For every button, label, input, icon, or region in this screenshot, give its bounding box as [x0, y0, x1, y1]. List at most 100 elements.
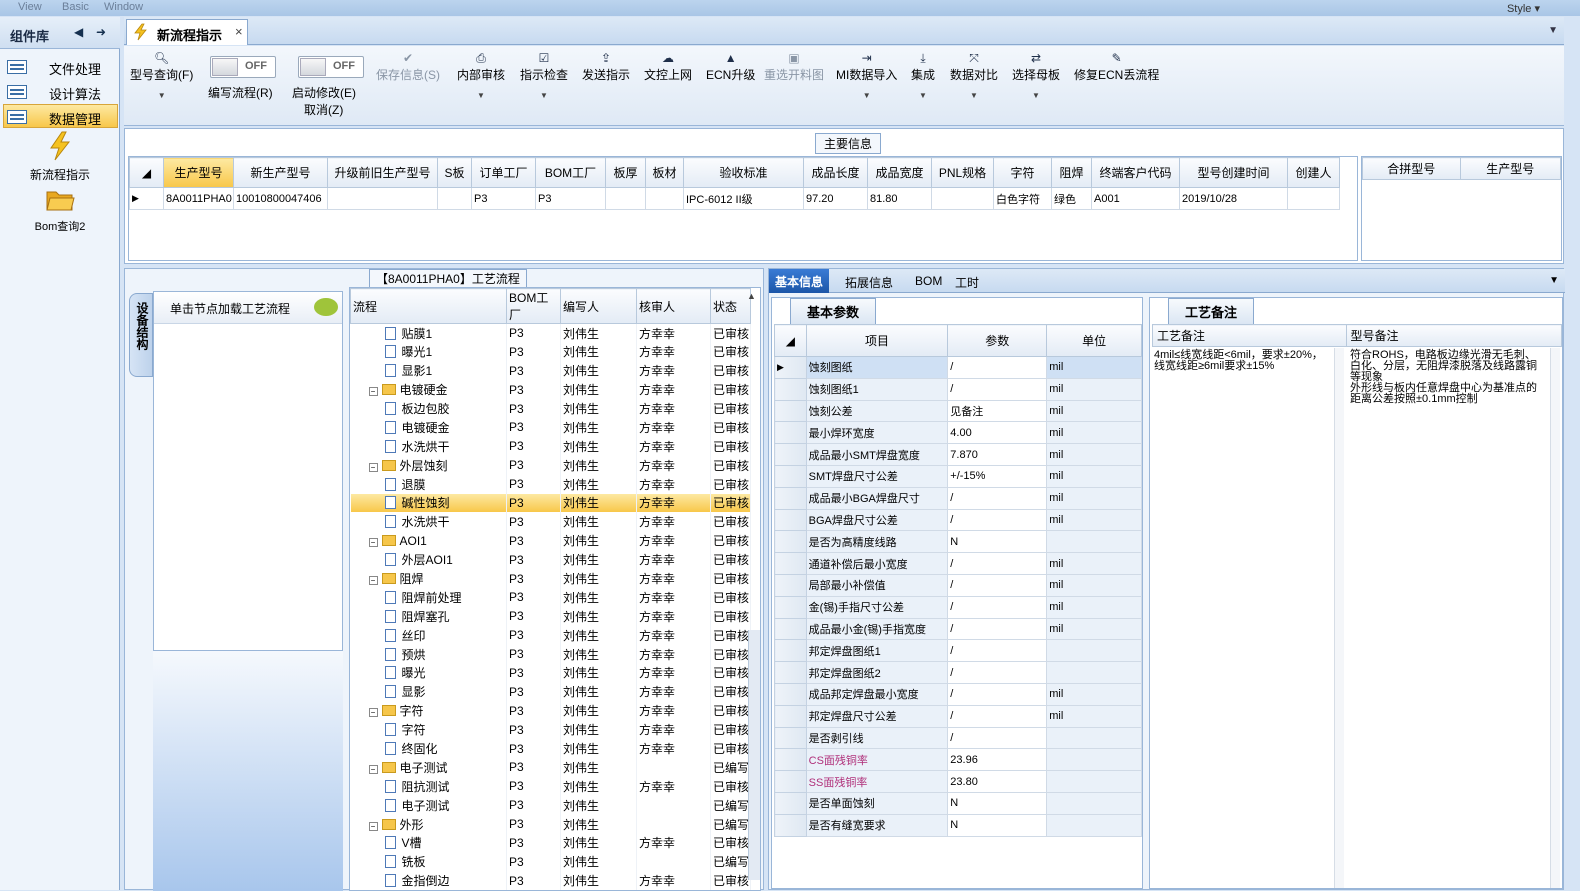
table-cell[interactable]: 刘伟生: [560, 606, 637, 626]
table-cell[interactable]: 2019/10/28: [1179, 187, 1288, 210]
table-cell[interactable]: 刘伟生: [560, 757, 637, 777]
table-cell[interactable]: P3: [506, 682, 561, 702]
table-row[interactable]: 曝光1 P3 刘伟生 方幸幸 已审核: [350, 342, 751, 362]
param-value[interactable]: +/-15%: [947, 464, 1048, 488]
column-header[interactable]: 生产型号: [163, 157, 234, 188]
pin-panel-icon[interactable]: ➜: [96, 25, 106, 39]
table-cell[interactable]: P3: [506, 776, 561, 796]
table-cell[interactable]: P3: [506, 739, 561, 758]
process-node[interactable]: − 电子测试: [350, 757, 507, 777]
reselect-cutting-button[interactable]: ▣ 重选开料图: [764, 50, 824, 83]
table-cell[interactable]: 已审核: [710, 776, 751, 796]
table-cell[interactable]: 已审核: [710, 663, 751, 683]
param-value[interactable]: /: [947, 595, 1048, 619]
table-row[interactable]: 退膜 P3 刘伟生 方幸幸 已审核: [350, 474, 751, 494]
column-header[interactable]: 流程: [350, 288, 507, 324]
table-cell[interactable]: 刘伟生: [560, 587, 637, 607]
table-cell[interactable]: 方幸幸: [636, 871, 711, 890]
param-item[interactable]: BGA焊盘尺寸公差: [805, 508, 949, 532]
doc-control-online-button[interactable]: ☁ 文控上网: [644, 50, 692, 83]
table-row[interactable]: 预烘 P3 刘伟生 方幸幸 已审核: [350, 644, 751, 664]
table-cell[interactable]: 已编写: [710, 757, 751, 777]
column-header[interactable]: 单位: [1046, 324, 1142, 357]
table-cell[interactable]: P3: [506, 814, 561, 834]
table-row[interactable]: 成品邦定焊盘最小宽度 / mil: [774, 682, 1142, 706]
param-value[interactable]: /: [947, 508, 1048, 532]
table-cell[interactable]: [636, 814, 711, 834]
table-cell[interactable]: P3: [506, 512, 561, 532]
table-row[interactable]: − 外形 P3 刘伟生 已编写: [350, 814, 751, 834]
table-cell[interactable]: IPC-6012 II级: [683, 187, 804, 210]
param-value[interactable]: /: [947, 661, 1048, 684]
table-cell[interactable]: P3: [506, 417, 561, 437]
process-node[interactable]: 阻抗测试: [350, 776, 507, 796]
param-item[interactable]: 邦定焊盘图纸1: [805, 639, 949, 663]
param-unit[interactable]: mil: [1046, 486, 1142, 510]
tab-new-process[interactable]: 新流程指示 ×: [126, 19, 248, 45]
row-header[interactable]: [774, 508, 807, 532]
param-item[interactable]: 成品最小SMT焊盘宽度: [805, 443, 949, 466]
process-node[interactable]: 字符: [350, 720, 507, 740]
table-cell[interactable]: 刘伟生: [560, 512, 637, 532]
table-row[interactable]: − 电子测试 P3 刘伟生 已编写: [350, 757, 751, 777]
table-cell[interactable]: 已编写: [710, 795, 751, 815]
table-row[interactable]: 水洗烘干 P3 刘伟生 方幸幸 已审核: [350, 512, 751, 532]
table-cell[interactable]: 已审核: [710, 682, 751, 702]
mi-data-import-button[interactable]: ⇥ MI数据导入 ▼: [836, 50, 897, 100]
table-row[interactable]: BGA焊盘尺寸公差 / mil: [774, 508, 1142, 532]
table-cell[interactable]: 已审核: [710, 720, 751, 740]
param-unit[interactable]: mil: [1046, 704, 1142, 728]
table-row[interactable]: − 电镀硬金 P3 刘伟生 方幸幸 已审核: [350, 380, 751, 400]
column-header[interactable]: S板: [437, 157, 472, 188]
table-cell[interactable]: P3: [506, 871, 561, 890]
column-header[interactable]: 成品宽度: [867, 157, 932, 188]
column-header[interactable]: 核审人: [636, 288, 711, 324]
table-cell[interactable]: 方幸幸: [636, 417, 711, 437]
table-cell[interactable]: 刘伟生: [560, 644, 637, 664]
table-cell[interactable]: 已审核: [710, 569, 751, 588]
param-item[interactable]: 邦定焊盘图纸2: [805, 661, 949, 684]
table-cell[interactable]: P3: [506, 720, 561, 740]
param-unit[interactable]: mil: [1046, 617, 1142, 641]
column-header[interactable]: 合拼型号: [1362, 157, 1461, 180]
tab-work-hours[interactable]: 工时: [949, 272, 985, 293]
note-scrollbar[interactable]: [1550, 348, 1560, 888]
row-header[interactable]: [774, 813, 807, 837]
param-unit[interactable]: mil: [1046, 552, 1142, 575]
column-header[interactable]: 生产型号: [1459, 157, 1561, 180]
table-cell[interactable]: 刘伟生: [560, 814, 637, 834]
table-cell[interactable]: 刘伟生: [560, 399, 637, 418]
column-header[interactable]: 字符: [993, 157, 1052, 188]
table-cell[interactable]: P3: [506, 474, 561, 494]
param-value[interactable]: N: [947, 530, 1048, 554]
process-node[interactable]: 预烘: [350, 644, 507, 664]
process-node[interactable]: 外层AOI1: [350, 550, 507, 570]
table-row[interactable]: 蚀刻图纸1/mil: [774, 377, 1142, 401]
table-cell[interactable]: 已审核: [710, 587, 751, 607]
param-item[interactable]: 邦定焊盘尺寸公差: [805, 704, 949, 728]
table-cell[interactable]: 方幸幸: [636, 569, 711, 588]
table-cell[interactable]: 刘伟生: [560, 663, 637, 683]
internal-review-button[interactable]: ⎙ 内部审核 ▼: [457, 50, 505, 100]
table-cell[interactable]: [636, 757, 711, 777]
table-cell[interactable]: 刘伟生: [560, 682, 637, 702]
param-unit[interactable]: [1046, 813, 1142, 837]
column-header[interactable]: 成品长度: [803, 157, 868, 188]
param-unit[interactable]: [1046, 661, 1142, 684]
table-cell[interactable]: [645, 187, 684, 210]
param-value[interactable]: /: [947, 573, 1048, 597]
table-cell[interactable]: A001: [1091, 187, 1180, 210]
process-node[interactable]: 阻焊塞孔: [350, 606, 507, 626]
table-cell[interactable]: 刘伟生: [560, 550, 637, 570]
table-row[interactable]: CS面残铜率 23.96: [774, 748, 1142, 772]
table-cell[interactable]: 方幸幸: [636, 663, 711, 683]
table-cell[interactable]: P3: [506, 663, 561, 683]
column-header[interactable]: 验收标准: [683, 157, 804, 188]
table-cell[interactable]: 方幸幸: [636, 720, 711, 740]
table-row[interactable]: 邦定焊盘尺寸公差 / mil: [774, 704, 1142, 728]
column-header[interactable]: 新生产型号: [233, 157, 328, 188]
column-header[interactable]: 升级前旧生产型号: [327, 157, 438, 188]
table-cell[interactable]: [437, 187, 472, 210]
table-cell[interactable]: P3: [506, 757, 561, 777]
table-cell[interactable]: P3: [506, 436, 561, 456]
